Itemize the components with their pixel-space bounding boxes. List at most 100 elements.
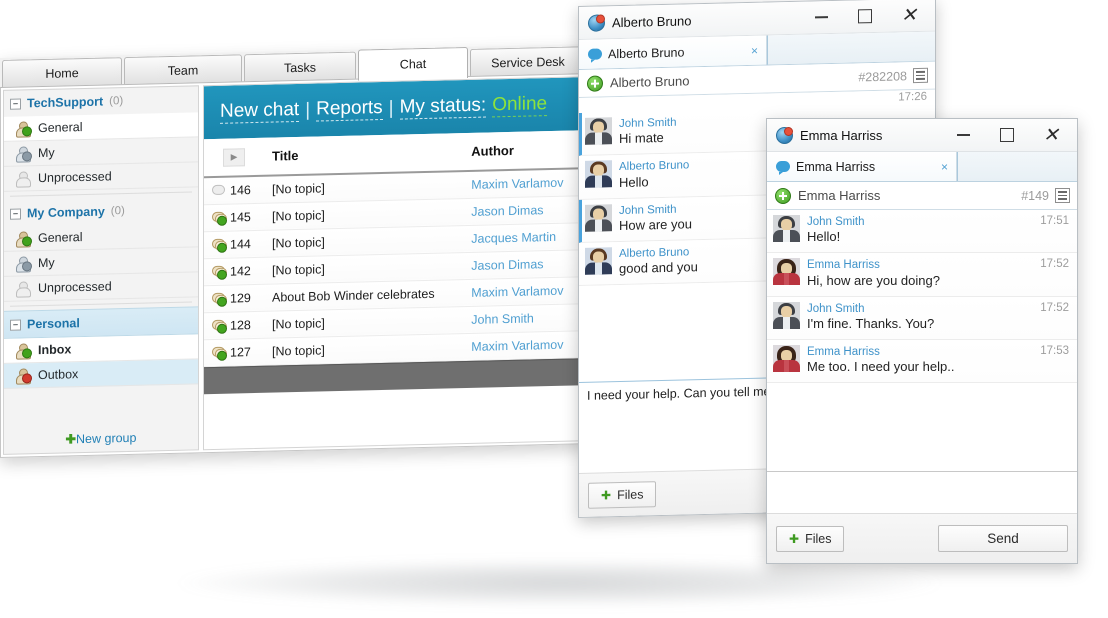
tab-team-label: Team bbox=[167, 62, 199, 78]
emma-window-controls: ✕ bbox=[941, 120, 1073, 150]
sort-arrow-icon[interactable]: ▶ bbox=[223, 147, 245, 167]
chat-row-author-link[interactable]: Maxim Varlamov bbox=[471, 337, 563, 353]
chat-tab-empty-area[interactable] bbox=[767, 31, 935, 65]
emma-window-titlebar[interactable]: Emma Harriss ✕ bbox=[767, 119, 1077, 152]
chat-row-id: 144 bbox=[204, 229, 264, 259]
chat-tab-close-icon[interactable]: × bbox=[941, 160, 948, 174]
tab-tasks[interactable]: Tasks bbox=[244, 51, 356, 83]
chat-content-pane: New chat | Reports | My status: Online ▶… bbox=[203, 76, 585, 451]
chat-window-emma-harriss[interactable]: Emma Harriss ✕ Emma Harriss × Emma Harri… bbox=[766, 118, 1078, 564]
toolbar-separator: | bbox=[305, 99, 311, 121]
chat-menu-icon[interactable] bbox=[1055, 188, 1070, 203]
chat-bubble-icon bbox=[776, 161, 790, 175]
chat-row-author-link[interactable]: Maxim Varlamov bbox=[471, 283, 563, 299]
collapse-toggle-icon[interactable]: − bbox=[10, 319, 21, 331]
message-row[interactable]: John Smith I'm fine. Thanks. You? 17:52 bbox=[767, 296, 1077, 340]
message-body: Emma Harriss Me too. I need your help.. bbox=[807, 345, 1032, 376]
close-icon[interactable]: ✕ bbox=[887, 0, 931, 31]
chat-row-id-value: 145 bbox=[230, 209, 251, 225]
chat-row-author-link[interactable]: Maxim Varlamov bbox=[471, 175, 563, 191]
add-participant-icon[interactable] bbox=[775, 187, 791, 204]
chat-tab-close-icon[interactable]: × bbox=[751, 43, 758, 57]
emma-chat-tabs: Emma Harriss × bbox=[767, 152, 1077, 182]
chat-row-author-link[interactable]: Jacques Martin bbox=[471, 229, 556, 245]
tab-chat[interactable]: Chat bbox=[358, 46, 468, 81]
chat-list-sort-column[interactable]: ▶ bbox=[204, 137, 264, 177]
reports-link[interactable]: Reports bbox=[316, 96, 383, 122]
main-application-window: Home Team Tasks Chat Service Desk − Tech… bbox=[0, 44, 588, 459]
attach-files-button[interactable]: ✚ Files bbox=[776, 525, 845, 552]
chat-tab-emma-harriss[interactable]: Emma Harriss × bbox=[767, 152, 957, 181]
new-group-button[interactable]: ✚New group bbox=[66, 431, 137, 447]
maximize-icon[interactable] bbox=[985, 120, 1029, 150]
chat-toolbar: New chat | Reports | My status: Online bbox=[204, 77, 584, 140]
message-time: 17:53 bbox=[1040, 344, 1069, 357]
avatar bbox=[585, 160, 612, 189]
collapse-toggle-icon[interactable]: − bbox=[10, 208, 21, 220]
chat-row-author-link[interactable]: Jason Dimas bbox=[471, 203, 543, 219]
collapse-toggle-icon[interactable]: − bbox=[10, 98, 21, 110]
emma-window-title: Emma Harriss bbox=[800, 127, 883, 143]
person-blue-icon bbox=[16, 256, 32, 273]
sidebar-group-my-company-label: My Company bbox=[27, 204, 105, 221]
chat-row-author: Jason Dimas bbox=[463, 249, 584, 280]
chat-tab-empty-area[interactable] bbox=[957, 152, 1077, 181]
message-row[interactable]: Emma Harriss Hi, how are you doing? 17:5… bbox=[767, 253, 1077, 297]
chat-row-title: [No topic] bbox=[264, 333, 464, 365]
message-row[interactable]: John Smith Hello! 17:51 bbox=[767, 210, 1077, 254]
message-body: Emma Harriss Hi, how are you doing? bbox=[807, 258, 1032, 289]
tab-home[interactable]: Home bbox=[2, 57, 122, 88]
chat-row-id-value: 129 bbox=[230, 290, 251, 306]
sidebar-item-outbox[interactable]: Outbox bbox=[4, 359, 198, 389]
message-text: Hi, how are you doing? bbox=[807, 272, 940, 288]
chat-menu-icon[interactable] bbox=[913, 67, 928, 84]
emma-message-input[interactable] bbox=[767, 471, 1077, 507]
bubble-plain-icon bbox=[212, 184, 226, 196]
bubble-read-icon bbox=[212, 319, 227, 334]
my-status-label[interactable]: My status: bbox=[399, 94, 487, 120]
chat-row-author-link[interactable]: John Smith bbox=[471, 311, 534, 326]
send-button-label: Send bbox=[987, 531, 1019, 546]
add-participant-icon[interactable] bbox=[587, 74, 603, 92]
alberto-subject-name: Alberto Bruno bbox=[610, 73, 690, 91]
avatar bbox=[585, 117, 612, 145]
minimize-icon[interactable] bbox=[941, 120, 985, 150]
minimize-icon[interactable] bbox=[799, 2, 843, 33]
emma-ticket-number: #149 bbox=[1021, 188, 1049, 203]
chat-row-author-link[interactable]: Jason Dimas bbox=[471, 257, 543, 273]
person-grey-icon bbox=[16, 281, 31, 298]
message-body: John Smith Hello! bbox=[807, 215, 1032, 246]
chat-row-id-value: 142 bbox=[230, 263, 251, 279]
chat-list-col-title[interactable]: Title bbox=[264, 133, 464, 176]
app-globe-icon bbox=[588, 13, 605, 32]
plus-icon: ✚ bbox=[65, 432, 77, 447]
chat-list-body: 146 [No topic] Maxim Varlamov 145 [No to… bbox=[204, 167, 584, 367]
send-button[interactable]: Send bbox=[938, 525, 1068, 552]
chat-tab-alberto-bruno[interactable]: Alberto Bruno × bbox=[579, 35, 767, 69]
sidebar: − TechSupport (0) General My Unprocessed… bbox=[3, 85, 199, 455]
tab-tasks-label: Tasks bbox=[284, 60, 316, 75]
tab-service-desk-label: Service Desk bbox=[491, 54, 565, 70]
chat-bubble-icon bbox=[588, 48, 602, 60]
chat-row-author: Maxim Varlamov bbox=[463, 330, 584, 361]
app-globe-icon bbox=[776, 126, 793, 144]
toolbar-separator: | bbox=[388, 97, 394, 119]
attach-files-label: Files bbox=[805, 531, 832, 546]
emma-subject-bar: Emma Harriss #149 bbox=[767, 182, 1077, 210]
tab-team[interactable]: Team bbox=[124, 54, 242, 86]
sidebar-item-techsupport-unprocessed[interactable]: Unprocessed bbox=[4, 162, 198, 192]
new-chat-link[interactable]: New chat bbox=[220, 98, 300, 124]
sidebar-item-mycompany-unprocessed[interactable]: Unprocessed bbox=[4, 272, 198, 302]
avatar bbox=[773, 344, 800, 372]
message-author: John Smith bbox=[807, 302, 865, 315]
message-row[interactable]: Emma Harriss Me too. I need your help.. … bbox=[767, 339, 1077, 384]
maximize-icon[interactable] bbox=[843, 1, 887, 32]
message-time: 17:51 bbox=[1040, 215, 1069, 227]
chat-row-id: 129 bbox=[204, 283, 264, 313]
chat-list-col-author[interactable]: Author bbox=[463, 130, 584, 171]
tab-service-desk[interactable]: Service Desk bbox=[470, 46, 586, 77]
my-status-value[interactable]: Online bbox=[492, 93, 548, 118]
message-text: I'm fine. Thanks. You? bbox=[807, 315, 935, 331]
attach-files-button[interactable]: ✚ Files bbox=[588, 480, 657, 509]
close-icon[interactable]: ✕ bbox=[1029, 120, 1073, 150]
